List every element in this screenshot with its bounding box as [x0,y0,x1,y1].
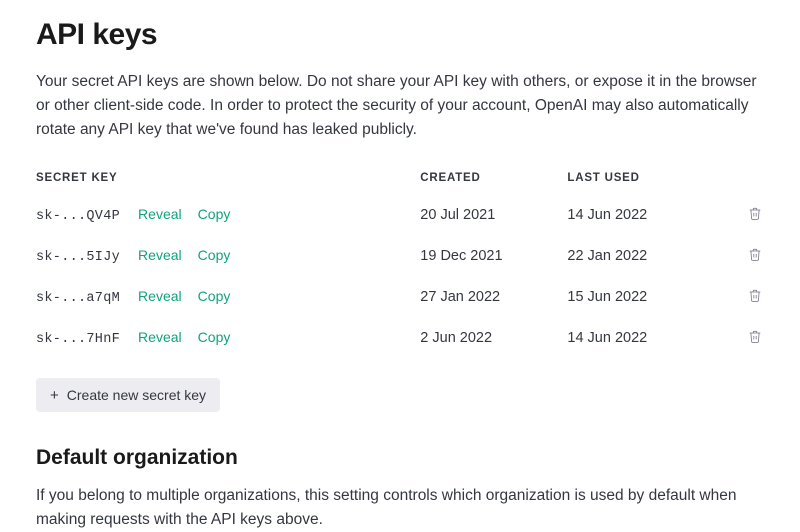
created-date: 20 Jul 2021 [420,194,567,235]
last-used-date: 14 Jun 2022 [567,194,741,235]
page-title: API keys [36,18,764,52]
copy-link[interactable]: Copy [198,288,231,304]
create-secret-key-button[interactable]: + Create new secret key [36,378,220,412]
reveal-link[interactable]: Reveal [138,329,182,345]
col-header-created: CREATED [420,164,567,194]
api-keys-table: SECRET KEY CREATED LAST USED sk-...QV4P … [36,164,764,358]
trash-icon [748,329,762,344]
last-used-date: 15 Jun 2022 [567,276,741,317]
table-row: sk-...5IJy Reveal Copy 19 Dec 2021 22 Ja… [36,235,764,276]
create-key-label: Create new secret key [67,387,206,403]
reveal-link[interactable]: Reveal [138,288,182,304]
key-masked: sk-...QV4P [36,209,120,224]
trash-icon [748,206,762,221]
copy-link[interactable]: Copy [198,329,231,345]
key-masked: sk-...7HnF [36,332,120,347]
default-org-description: If you belong to multiple organizations,… [36,484,764,532]
key-masked: sk-...5IJy [36,250,120,265]
table-header-row: SECRET KEY CREATED LAST USED [36,164,764,194]
delete-button[interactable] [746,286,764,305]
key-masked: sk-...a7qM [36,291,120,306]
delete-button[interactable] [746,327,764,346]
reveal-link[interactable]: Reveal [138,206,182,222]
copy-link[interactable]: Copy [198,247,231,263]
page-description: Your secret API keys are shown below. Do… [36,70,764,142]
col-header-secret-key: SECRET KEY [36,164,420,194]
plus-icon: + [50,388,59,403]
delete-button[interactable] [746,204,764,223]
col-header-last-used: LAST USED [567,164,741,194]
trash-icon [748,247,762,262]
created-date: 2 Jun 2022 [420,317,567,358]
default-org-title: Default organization [36,446,764,470]
last-used-date: 14 Jun 2022 [567,317,741,358]
reveal-link[interactable]: Reveal [138,247,182,263]
table-row: sk-...QV4P Reveal Copy 20 Jul 2021 14 Ju… [36,194,764,235]
table-row: sk-...a7qM Reveal Copy 27 Jan 2022 15 Ju… [36,276,764,317]
created-date: 27 Jan 2022 [420,276,567,317]
last-used-date: 22 Jan 2022 [567,235,741,276]
trash-icon [748,288,762,303]
table-row: sk-...7HnF Reveal Copy 2 Jun 2022 14 Jun… [36,317,764,358]
created-date: 19 Dec 2021 [420,235,567,276]
delete-button[interactable] [746,245,764,264]
copy-link[interactable]: Copy [198,206,231,222]
